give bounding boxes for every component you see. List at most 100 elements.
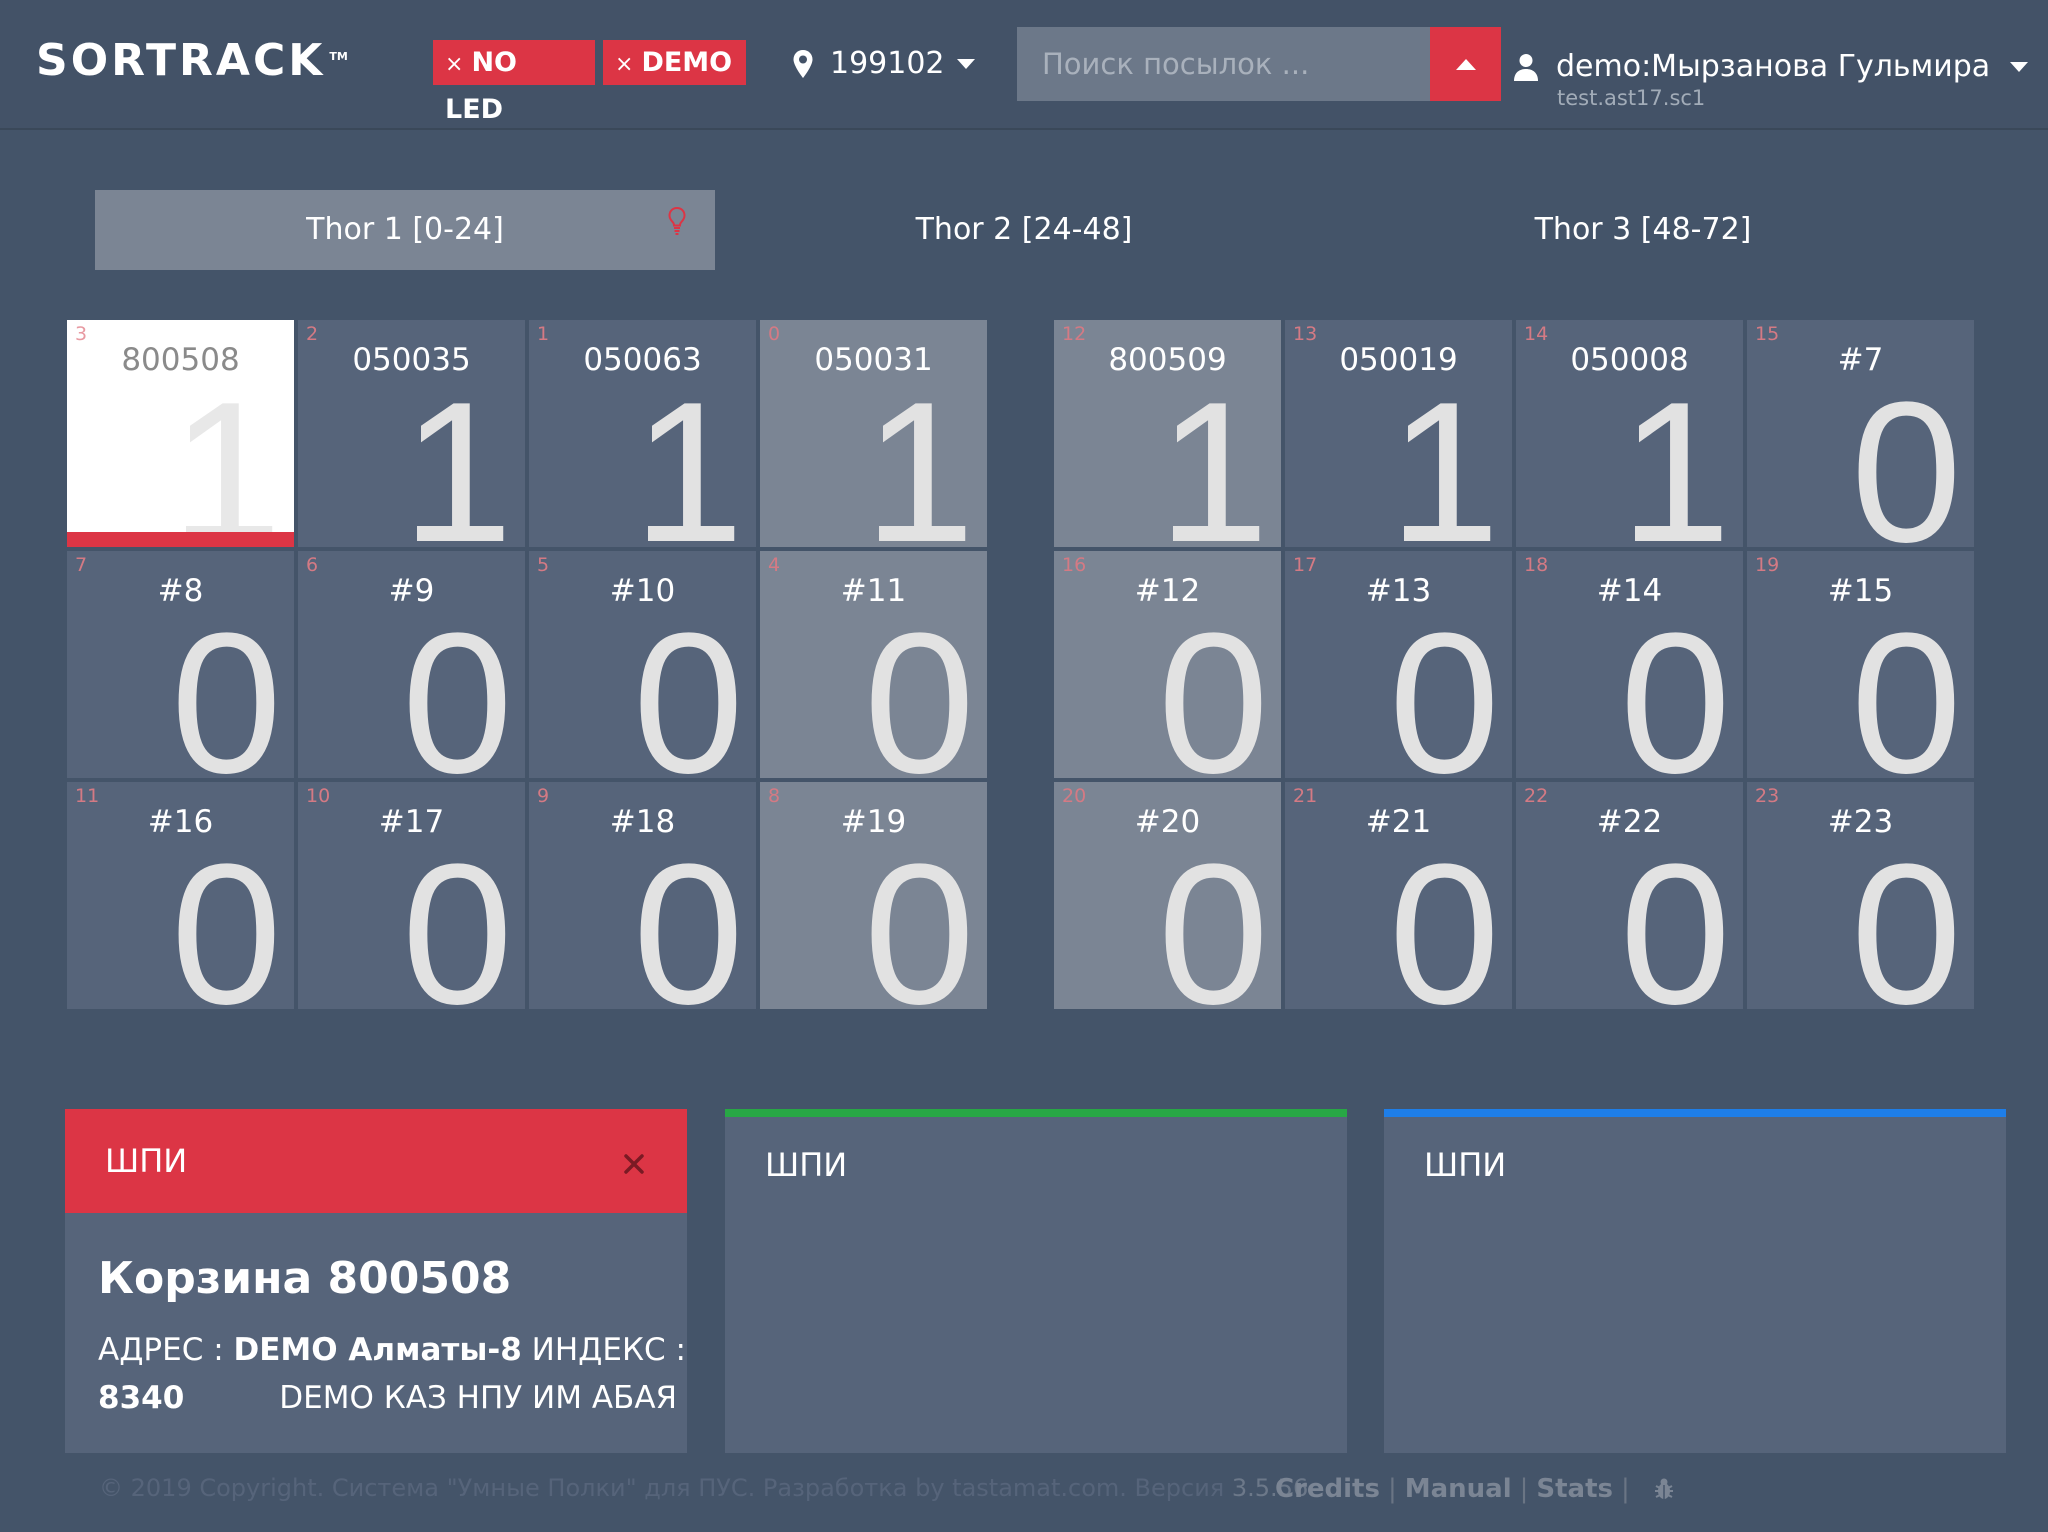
user-icon (1514, 54, 1538, 81)
separator: | (1621, 1474, 1630, 1504)
badge-x-icon: × (615, 52, 634, 77)
cell-count: 0 (632, 823, 744, 1010)
cell-count: 0 (170, 823, 282, 1010)
stats-link[interactable]: Stats (1536, 1474, 1613, 1504)
user-name: demo:Мырзанова Гульмира (1556, 49, 1991, 84)
cell-count: 0 (170, 592, 282, 779)
separator: | (1519, 1474, 1529, 1504)
cell-count: 0 (1850, 823, 1962, 1010)
cell-count: 0 (1388, 592, 1500, 779)
map-pin-icon (793, 50, 813, 78)
caret-up-icon (1455, 58, 1476, 70)
tab-label: Thor 2 [24-48] (915, 212, 1133, 247)
shelf-cell[interactable]: 17 #13 0 (1285, 551, 1512, 778)
sortrack-logo[interactable]: SORTRACK TM (36, 36, 348, 86)
demo-label: DEMO (641, 47, 733, 78)
shelf-cell[interactable]: 19 #15 0 (1747, 551, 1974, 778)
shelf-cell[interactable]: 3 800508 1 (67, 320, 294, 547)
cell-count: 0 (1388, 823, 1500, 1010)
basket-title: Корзина 800508 (98, 1253, 512, 1304)
shelf-cell[interactable]: 5 #10 0 (529, 551, 756, 778)
shelf-cell[interactable]: 0 050031 1 (760, 320, 987, 547)
footer-links: Credits | Manual | Stats | (1275, 1474, 1676, 1504)
shelf-cell[interactable]: 11 #16 0 (67, 782, 294, 1009)
shelf-cell[interactable]: 23 #23 0 (1747, 782, 1974, 1009)
shelf-cell[interactable]: 20 #20 0 (1054, 782, 1281, 1009)
bug-icon[interactable] (1652, 1477, 1676, 1501)
panel-header: ШПИ (1384, 1117, 2006, 1213)
caret-down-icon (956, 59, 975, 69)
cell-count: 0 (401, 592, 513, 779)
parcel-search-input[interactable] (1017, 27, 1430, 101)
shelf-cell[interactable]: 21 #21 0 (1285, 782, 1512, 1009)
shelf-cell[interactable]: 15 #7 0 (1747, 320, 1974, 547)
cell-count: 0 (401, 823, 513, 1010)
shelf-cell[interactable]: 14 050008 1 (1516, 320, 1743, 547)
cell-count: 1 (863, 361, 975, 548)
index-value: 8340 (98, 1380, 185, 1416)
shelf-cell[interactable]: 12 800509 1 (1054, 320, 1281, 547)
shelf-cell[interactable]: 8 #19 0 (760, 782, 987, 1009)
caret-down-icon (2010, 62, 2029, 72)
shelf-cell[interactable]: 16 #12 0 (1054, 551, 1281, 778)
cell-count: 0 (632, 592, 744, 779)
tab-thor-2[interactable]: Thor 2 [24-48] (714, 190, 1334, 270)
scan-panel-red: ШПИ Корзина 800508 АДРЕС : DEMO Алматы-8… (65, 1109, 687, 1453)
shelf-cell[interactable]: 9 #18 0 (529, 782, 756, 1009)
cell-count: 0 (1157, 823, 1269, 1010)
cell-count: 0 (863, 823, 975, 1010)
shelf-cell[interactable]: 2 050035 1 (298, 320, 525, 547)
cell-count: 0 (1850, 361, 1962, 548)
shelf-cell[interactable]: 7 #8 0 (67, 551, 294, 778)
demo-badge[interactable]: × DEMO (603, 40, 746, 85)
location-value: 199102 (830, 46, 945, 81)
panel-header: ШПИ (65, 1109, 687, 1213)
tab-thor-3[interactable]: Thor 3 [48-72] (1333, 190, 1953, 270)
separator: | (1387, 1474, 1397, 1504)
user-account-id: test.ast17.sc1 (1557, 86, 1706, 110)
shelf-cell[interactable]: 13 050019 1 (1285, 320, 1512, 547)
logo-text: SORTRACK (36, 35, 326, 86)
cell-count: 0 (863, 592, 975, 779)
user-menu[interactable]: demo:Мырзанова Гульмира (1514, 45, 2029, 89)
manual-link[interactable]: Manual (1405, 1474, 1512, 1504)
cell-count: 1 (1619, 361, 1731, 548)
scan-panel-blue: ШПИ (1384, 1109, 2006, 1453)
cell-count: 1 (401, 361, 513, 548)
basket-address: АДРЕС : DEMO Алматы-8 ИНДЕКС : 8340 DEMO … (98, 1326, 687, 1422)
cell-count: 1 (1157, 361, 1269, 548)
shelf-cell[interactable]: 10 #17 0 (298, 782, 525, 1009)
index-label: ИНДЕКС : (521, 1332, 686, 1368)
badge-x-icon: × (445, 52, 464, 77)
cell-count: 0 (1157, 592, 1269, 779)
top-navbar: SORTRACKTM ×NO LED × DEMO 199102 demo:Мыр… (0, 0, 2048, 130)
logo-tm: TM (329, 50, 348, 63)
panel-header-label: ШПИ (765, 1146, 848, 1184)
shelf-cell[interactable]: 4 #11 0 (760, 551, 987, 778)
cell-count: 1 (170, 361, 282, 548)
search-toggle-button[interactable] (1430, 27, 1501, 101)
tab-label: Thor 1 [0-24] (306, 212, 504, 247)
close-icon[interactable] (623, 1153, 645, 1175)
no-led-badge[interactable]: × NO LED (433, 40, 595, 125)
shelf-cell[interactable]: 6 #9 0 (298, 551, 525, 778)
cell-count: 1 (632, 361, 744, 548)
cell-count: 0 (1850, 592, 1962, 779)
address-label: АДРЕС : (98, 1332, 234, 1368)
tab-label: Thor 3 [48-72] (1534, 212, 1752, 247)
footer-copyright: © 2019 Copyright. Система "Умные Полки" … (99, 1474, 1308, 1502)
panel-header-label: ШПИ (1424, 1146, 1507, 1184)
panel-header: ШПИ (725, 1117, 1347, 1213)
shelf-cell[interactable]: 22 #22 0 (1516, 782, 1743, 1009)
index-name: DEMO КАЗ НПУ ИМ АБАЯ (279, 1380, 678, 1416)
tab-thor-1[interactable]: Thor 1 [0-24] (95, 190, 715, 270)
shelf-cell[interactable]: 1 050063 1 (529, 320, 756, 547)
panel-header-label: ШПИ (105, 1142, 188, 1180)
cell-count: 0 (1619, 592, 1731, 779)
shelf-cell[interactable]: 18 #14 0 (1516, 551, 1743, 778)
copyright-text: © 2019 Copyright. Система "Умные Полки" … (99, 1474, 1232, 1502)
location-dropdown[interactable]: 199102 (792, 42, 975, 86)
address-value: DEMO Алматы-8 (233, 1332, 522, 1368)
scan-panel-green: ШПИ (725, 1109, 1347, 1453)
credits-link[interactable]: Credits (1275, 1474, 1380, 1504)
